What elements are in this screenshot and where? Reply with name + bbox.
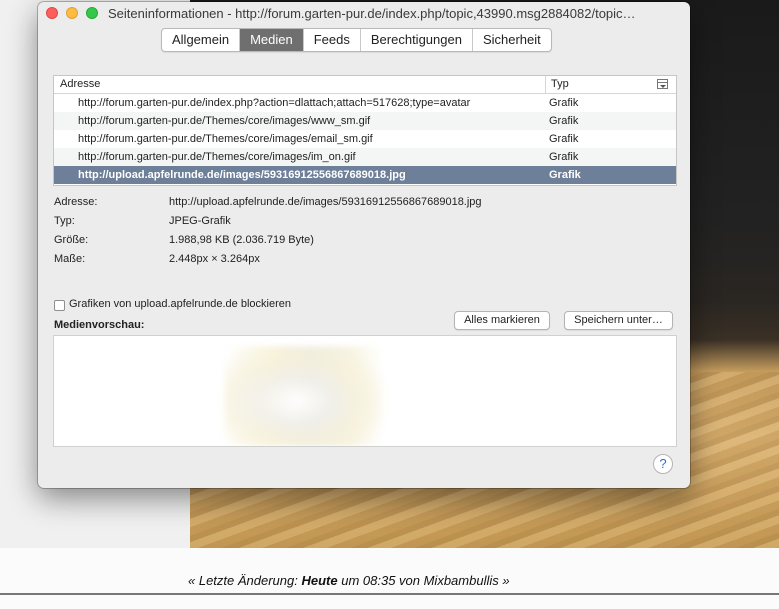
row-type: Grafik: [549, 115, 579, 127]
minimize-window-button[interactable]: [66, 7, 78, 19]
address-value: http://upload.apfelrunde.de/images/59316…: [169, 196, 482, 208]
dimensions-label: Maße:: [54, 253, 86, 265]
table-header: Adresse Typ: [54, 76, 676, 94]
tab-bar: Allgemein Medien Feeds Berechtigungen Si…: [161, 28, 552, 52]
row-address: http://forum.garten-pur.de/Themes/core/i…: [78, 151, 356, 163]
row-type: Grafik: [549, 133, 579, 145]
row-address: http://forum.garten-pur.de/Themes/core/i…: [78, 133, 373, 145]
size-label: Größe:: [54, 234, 89, 246]
titlebar: Seiteninformationen - http://forum.garte…: [38, 2, 690, 24]
row-type: Grafik: [549, 151, 579, 163]
media-table: Adresse Typ http://forum.garten-pur.de/i…: [53, 75, 677, 186]
tab-berechtigungen[interactable]: Berechtigungen: [361, 29, 473, 51]
last-edit-note: « Letzte Änderung: Heute um 08:35 von Mi…: [188, 573, 510, 588]
preview-image: [224, 346, 384, 446]
window-title: Seiteninformationen - http://forum.garte…: [108, 6, 636, 21]
address-label: Adresse:: [54, 196, 98, 208]
table-row[interactable]: http://forum.garten-pur.de/Themes/core/i…: [54, 130, 676, 148]
type-label: Typ:: [54, 215, 75, 227]
row-address: http://forum.garten-pur.de/Themes/core/i…: [78, 115, 371, 127]
column-header-type[interactable]: Typ: [551, 78, 569, 90]
tab-allgemein[interactable]: Allgemein: [162, 29, 241, 51]
table-row-selected[interactable]: http://upload.apfelrunde.de/images/59316…: [54, 166, 676, 184]
select-all-button[interactable]: Alles markieren: [454, 311, 550, 330]
background-divider: [0, 593, 779, 595]
row-type: Grafik: [549, 97, 579, 109]
close-window-button[interactable]: [46, 7, 58, 19]
column-picker-icon[interactable]: [657, 79, 668, 89]
save-as-button[interactable]: Speichern unter…: [564, 311, 673, 330]
column-divider[interactable]: [545, 76, 546, 93]
zoom-window-button[interactable]: [86, 7, 98, 19]
size-value: 1.988,98 KB (2.036.719 Byte): [169, 234, 314, 246]
row-address: http://upload.apfelrunde.de/images/59316…: [78, 169, 406, 181]
row-address: http://forum.garten-pur.de/index.php?act…: [78, 97, 471, 109]
page-info-window: Seiteninformationen - http://forum.garte…: [38, 2, 690, 488]
row-type: Grafik: [549, 169, 581, 181]
tab-sicherheit[interactable]: Sicherheit: [473, 29, 551, 51]
tab-medien[interactable]: Medien: [240, 29, 304, 51]
dimensions-value: 2.448px × 3.264px: [169, 253, 260, 265]
media-preview-label: Medienvorschau:: [54, 319, 145, 331]
type-value: JPEG-Grafik: [169, 215, 231, 227]
block-images-label[interactable]: Grafiken von upload.apfelrunde.de blocki…: [69, 298, 291, 310]
column-header-address[interactable]: Adresse: [60, 78, 100, 90]
table-row[interactable]: http://forum.garten-pur.de/index.php?act…: [54, 94, 676, 112]
media-preview: [53, 335, 677, 447]
tab-feeds[interactable]: Feeds: [304, 29, 361, 51]
table-row[interactable]: http://forum.garten-pur.de/Themes/core/i…: [54, 112, 676, 130]
block-images-checkbox[interactable]: [54, 300, 65, 311]
table-row[interactable]: http://forum.garten-pur.de/Themes/core/i…: [54, 148, 676, 166]
help-button[interactable]: ?: [653, 454, 673, 474]
